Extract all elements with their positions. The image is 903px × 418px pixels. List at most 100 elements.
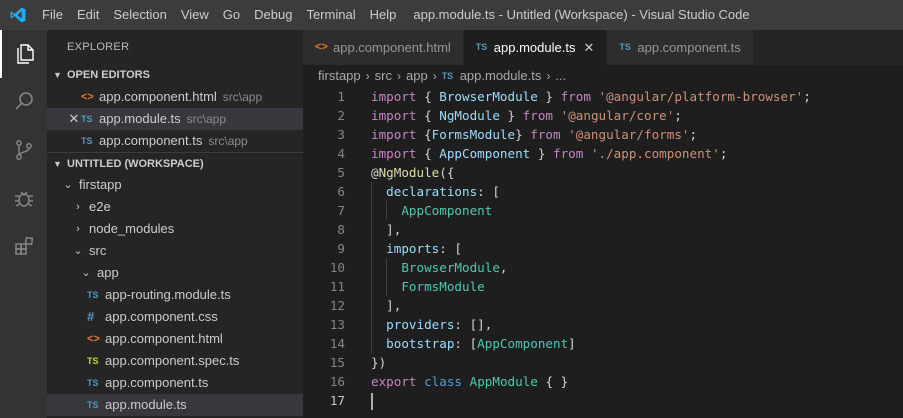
- tab-app-component-html[interactable]: <> app.component.html: [303, 30, 464, 65]
- code-line: 1 import { BrowserModule } from '@angula…: [303, 87, 903, 106]
- workspace-header[interactable]: ▼ UNTITLED (WORKSPACE): [47, 152, 303, 174]
- line-number: 5: [337, 165, 345, 180]
- open-editor-item[interactable]: TS app.component.ts src\app: [47, 130, 303, 152]
- typescript-file-icon: TS: [81, 136, 93, 146]
- breadcrumb-item[interactable]: app: [406, 65, 428, 87]
- line-number: 17: [329, 393, 345, 408]
- tree-file[interactable]: TS app.component.spec.ts: [47, 350, 303, 372]
- chevron-right-icon: ›: [432, 69, 437, 83]
- css-file-icon: #: [87, 309, 95, 324]
- open-editor-item[interactable]: <> app.component.html src\app: [47, 86, 303, 108]
- menu-edit[interactable]: Edit: [70, 0, 106, 30]
- line-number: 6: [337, 184, 345, 199]
- breadcrumb-item[interactable]: src: [375, 65, 392, 87]
- indent-guide: [371, 201, 372, 220]
- code-text: export class AppModule { }: [371, 374, 569, 389]
- code-text: import { NgModule } from '@angular/core'…: [371, 108, 682, 123]
- open-editor-path: src\app: [222, 90, 263, 104]
- close-icon[interactable]: ✕: [583, 30, 594, 65]
- open-editor-item[interactable]: ✕ TS app.module.ts src\app: [47, 108, 303, 130]
- tree-label: src: [89, 243, 107, 258]
- chevron-down-icon: ▼: [53, 158, 62, 169]
- open-editor-name: app.component.ts: [99, 133, 203, 148]
- code-text: }): [371, 355, 387, 370]
- open-editor-path: src\app: [208, 134, 248, 148]
- tree-file[interactable]: <> app.component.html: [47, 328, 303, 350]
- text-cursor: [371, 393, 373, 410]
- menu-help[interactable]: Help: [363, 0, 404, 30]
- line-number: 11: [329, 279, 345, 294]
- editor-area: <> app.component.html TS app.module.ts ✕…: [303, 30, 903, 418]
- chevron-right-icon: ›: [396, 69, 401, 83]
- html-file-icon: <>: [315, 41, 328, 53]
- source-control-icon[interactable]: [0, 126, 47, 174]
- open-editor-name: app.module.ts: [99, 111, 181, 126]
- indent-guide: [386, 258, 387, 277]
- typescript-spec-file-icon: TS: [87, 356, 99, 366]
- typescript-file-icon: TS: [441, 71, 454, 81]
- line-number: 3: [337, 127, 345, 142]
- code-text: import { BrowserModule } from '@angular/…: [371, 89, 811, 104]
- code-editor[interactable]: 1 import { BrowserModule } from '@angula…: [303, 87, 903, 410]
- code-text: imports: [: [345, 239, 462, 258]
- explorer-sidebar: EXPLORER ▼ OPEN EDITORS <> app.component…: [47, 30, 303, 418]
- indent-guide: [371, 182, 372, 201]
- indent-guide: [371, 277, 372, 296]
- breadcrumb-item[interactable]: firstapp: [318, 65, 361, 87]
- line-number: 8: [337, 222, 345, 237]
- tab-app-module-ts[interactable]: TS app.module.ts ✕: [463, 30, 608, 65]
- code-text: import {FormsModule} from '@angular/form…: [371, 127, 698, 142]
- tree-label: app.component.spec.ts: [105, 353, 240, 368]
- tree-label: e2e: [89, 199, 111, 214]
- tree-label: app.module.ts: [105, 397, 187, 412]
- menu-selection[interactable]: Selection: [106, 0, 173, 30]
- open-editors-header[interactable]: ▼ OPEN EDITORS: [47, 64, 303, 86]
- chevron-right-icon: ›: [76, 223, 80, 235]
- open-editors-label: OPEN EDITORS: [67, 69, 150, 81]
- typescript-file-icon: TS: [87, 290, 99, 300]
- search-icon[interactable]: [0, 78, 47, 126]
- breadcrumb-item[interactable]: app.module.ts: [460, 65, 542, 87]
- code-line: 6 declarations: [: [303, 182, 903, 201]
- line-number: 9: [337, 241, 345, 256]
- title-bar: File Edit Selection View Go Debug Termin…: [0, 0, 903, 30]
- tree-file[interactable]: TS app.component.ts: [47, 372, 303, 394]
- indent-guide: [371, 258, 372, 277]
- breadcrumb-item[interactable]: ...: [555, 65, 566, 87]
- tab-label: app.module.ts: [493, 40, 576, 55]
- line-number: 12: [329, 298, 345, 313]
- tree-folder-e2e[interactable]: › e2e: [47, 196, 303, 218]
- debug-icon[interactable]: [0, 174, 47, 222]
- chevron-down-icon: ⌄: [63, 179, 73, 191]
- tree-folder-firstapp[interactable]: ⌄ firstapp: [47, 174, 303, 196]
- code-line: 7 AppComponent: [303, 201, 903, 220]
- menu-view[interactable]: View: [174, 0, 216, 30]
- code-line: 12 ],: [303, 296, 903, 315]
- tree-folder-node-modules[interactable]: › node_modules: [47, 218, 303, 240]
- code-line: 13 providers: [],: [303, 315, 903, 334]
- typescript-file-icon: TS: [87, 400, 99, 410]
- files-icon[interactable]: [0, 30, 47, 78]
- menu-terminal[interactable]: Terminal: [299, 0, 362, 30]
- open-editor-path: src\app: [186, 112, 227, 126]
- html-file-icon: <>: [87, 333, 100, 345]
- tree-folder-app[interactable]: ⌄ app: [47, 262, 303, 284]
- tab-app-component-ts[interactable]: TS app.component.ts: [607, 30, 754, 65]
- line-number: 2: [337, 108, 345, 123]
- line-number: 7: [337, 203, 345, 218]
- code-text: BrowserModule,: [345, 258, 508, 277]
- menu-file[interactable]: File: [35, 0, 70, 30]
- tree-file[interactable]: # app.component.css: [47, 306, 303, 328]
- menu-go[interactable]: Go: [216, 0, 247, 30]
- close-icon[interactable]: ✕: [67, 108, 81, 130]
- code-line: 5 @NgModule({: [303, 163, 903, 182]
- code-line: 3 import {FormsModule} from '@angular/fo…: [303, 125, 903, 144]
- menu-debug[interactable]: Debug: [247, 0, 299, 30]
- tree-label: firstapp: [79, 177, 122, 192]
- extensions-icon[interactable]: [0, 222, 47, 270]
- tree-file[interactable]: TS app-routing.module.ts: [47, 284, 303, 306]
- code-text: AppComponent: [345, 201, 492, 220]
- tree-folder-src[interactable]: ⌄ src: [47, 240, 303, 262]
- code-line-current: 17: [303, 391, 903, 410]
- tree-file[interactable]: TS app.module.ts: [47, 394, 303, 416]
